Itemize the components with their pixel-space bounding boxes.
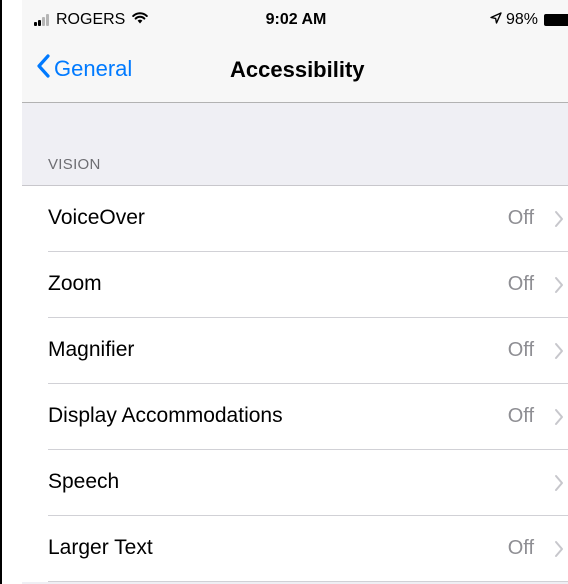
chevron-right-icon [554, 540, 564, 563]
page-title: Accessibility [230, 57, 365, 82]
status-right: 98% [490, 11, 568, 29]
row-label: Display Accommodations [48, 404, 283, 427]
row-value: Off [507, 207, 534, 229]
settings-list: VoiceOver Off Zoom Off Magnifier Off Dis… [22, 186, 568, 582]
row-value: Off [507, 273, 534, 295]
navigation-bar: General Accessibility [22, 40, 568, 103]
row-value: Off [507, 339, 534, 361]
row-value: Off [507, 405, 534, 427]
row-voiceover[interactable]: VoiceOver Off [22, 186, 568, 252]
row-label: Speech [48, 470, 120, 493]
row-label: Larger Text [48, 536, 153, 559]
screenshot-frame: ROGERS 9:02 AM 98% General Accessibility… [0, 0, 568, 584]
chevron-right-icon [554, 342, 564, 365]
chevron-right-icon [554, 210, 564, 233]
row-label: Magnifier [48, 338, 135, 361]
row-magnifier[interactable]: Magnifier Off [22, 318, 568, 384]
chevron-right-icon [554, 276, 564, 299]
row-larger-text[interactable]: Larger Text Off [22, 516, 568, 582]
chevron-right-icon [554, 408, 564, 431]
battery-icon [544, 14, 568, 26]
chevron-left-icon [36, 54, 54, 84]
row-label: VoiceOver [48, 206, 145, 229]
back-button-label: General [54, 56, 133, 81]
row-label: Zoom [48, 272, 102, 295]
row-speech[interactable]: Speech [22, 450, 568, 516]
row-value: Off [507, 537, 534, 559]
row-display-accommodations[interactable]: Display Accommodations Off [22, 384, 568, 450]
location-arrow-icon [490, 11, 502, 29]
phone-screen: ROGERS 9:02 AM 98% General Accessibility… [22, 0, 568, 584]
section-header: VISION [22, 103, 568, 186]
status-time: 9:02 AM [265, 11, 327, 28]
status-bar: ROGERS 9:02 AM 98% [22, 0, 568, 40]
battery-percent: 98% [505, 11, 538, 28]
section-header-label: VISION [48, 156, 101, 173]
chevron-right-icon [554, 474, 564, 497]
row-zoom[interactable]: Zoom Off [22, 252, 568, 318]
back-button[interactable]: General [36, 54, 132, 84]
